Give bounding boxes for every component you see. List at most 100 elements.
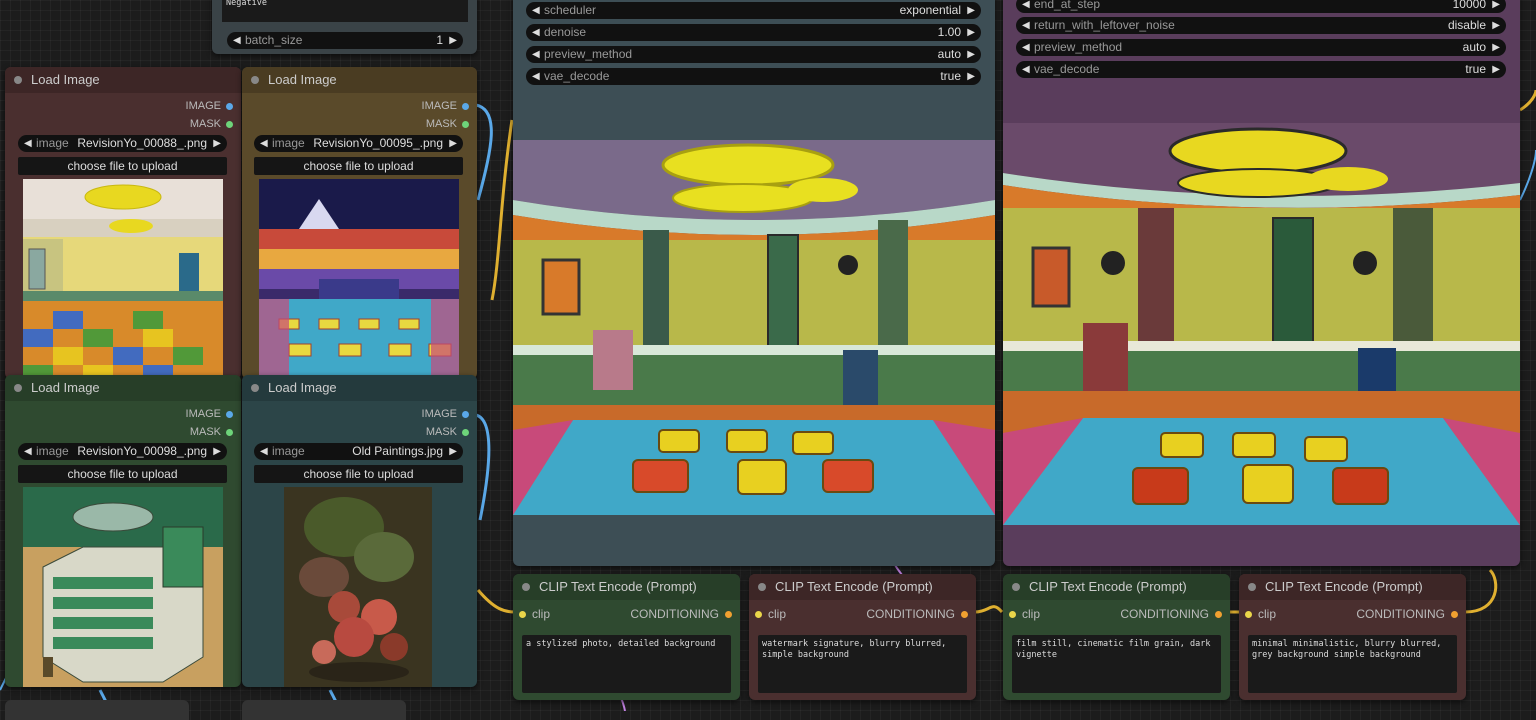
clip-input[interactable]: clip	[755, 607, 786, 621]
node-title[interactable]: Load Image	[5, 67, 241, 93]
image-output[interactable]: IMAGE	[186, 408, 233, 420]
clip-text-encode-node-3[interactable]: CLIP Text Encode (Prompt) clip CONDITION…	[1003, 574, 1230, 700]
increment-arrow-icon[interactable]: ▶	[967, 24, 975, 41]
output-pin[interactable]	[462, 428, 469, 436]
mask-output[interactable]: MASK	[426, 426, 469, 438]
input-pin[interactable]	[519, 611, 526, 619]
upload-button[interactable]: choose file to upload	[18, 157, 227, 175]
upload-button[interactable]: choose file to upload	[18, 465, 227, 483]
negative-textarea[interactable]: Negative	[222, 0, 468, 22]
node-title[interactable]: CLIP Text Encode (Prompt)	[1239, 574, 1466, 600]
increment-arrow-icon[interactable]: ▶	[1492, 0, 1500, 13]
mask-output[interactable]: MASK	[190, 426, 233, 438]
clip-input[interactable]: clip	[1245, 607, 1276, 621]
collapse-dot-icon[interactable]	[14, 76, 22, 84]
decrement-arrow-icon[interactable]: ◀	[532, 24, 540, 41]
output-pin[interactable]	[1451, 611, 1458, 619]
prev-arrow-icon[interactable]: ◀	[1022, 17, 1030, 34]
upload-button[interactable]: choose file to upload	[254, 157, 463, 175]
input-pin[interactable]	[755, 611, 762, 619]
collapse-dot-icon[interactable]	[251, 76, 259, 84]
image-select-widget[interactable]: ◀ image RevisionYo_00098_.png ▶	[18, 443, 227, 460]
output-pin[interactable]	[226, 102, 233, 110]
next-arrow-icon[interactable]: ▶	[967, 68, 975, 85]
node-title[interactable]: Load Image	[242, 67, 477, 93]
image-select-widget[interactable]: ◀ image Old Paintings.jpg ▶	[254, 443, 463, 460]
output-pin[interactable]	[462, 410, 469, 418]
output-pin[interactable]	[961, 611, 968, 619]
offscreen-node-header-2[interactable]	[242, 700, 406, 720]
next-arrow-icon[interactable]: ▶	[213, 443, 221, 460]
prev-arrow-icon[interactable]: ◀	[532, 68, 540, 85]
prev-arrow-icon[interactable]: ◀	[1022, 39, 1030, 56]
clip-text-encode-node-4[interactable]: CLIP Text Encode (Prompt) clip CONDITION…	[1239, 574, 1466, 700]
next-arrow-icon[interactable]: ▶	[967, 46, 975, 63]
clip-text-encode-node-1[interactable]: CLIP Text Encode (Prompt) clip CONDITION…	[513, 574, 740, 700]
node-title[interactable]: Load Image	[5, 375, 241, 401]
clip-text-encode-node-2[interactable]: CLIP Text Encode (Prompt) clip CONDITION…	[749, 574, 976, 700]
image-output[interactable]: IMAGE	[422, 100, 469, 112]
vae-decode-widget[interactable]: ◀ vae_decode true ▶	[526, 68, 981, 85]
output-pin[interactable]	[462, 102, 469, 110]
conditioning-output[interactable]: CONDITIONING	[866, 607, 968, 621]
increment-arrow-icon[interactable]: ▶	[449, 32, 457, 49]
prev-arrow-icon[interactable]: ◀	[260, 443, 268, 460]
sampler-node-1[interactable]: ◀ scheduler exponential ▶ ◀ denoise 1.00…	[513, 0, 995, 566]
offscreen-node-header-1[interactable]	[5, 700, 189, 720]
load-image-node-4[interactable]: Load Image IMAGE MASK ◀ image Old Painti…	[242, 375, 477, 687]
prompt-textarea[interactable]: watermark signature, blurry blurred, sim…	[758, 635, 967, 693]
mask-output[interactable]: MASK	[426, 118, 469, 130]
vae-decode-widget[interactable]: ◀ vae_decode true ▶	[1016, 61, 1506, 78]
collapse-dot-icon[interactable]	[1012, 583, 1020, 591]
input-pin[interactable]	[1009, 611, 1016, 619]
end-at-step-widget[interactable]: ◀ end_at_step 10000 ▶	[1016, 0, 1506, 13]
input-pin[interactable]	[1245, 611, 1252, 619]
conditioning-output[interactable]: CONDITIONING	[1120, 607, 1222, 621]
next-arrow-icon[interactable]: ▶	[1492, 61, 1500, 78]
next-arrow-icon[interactable]: ▶	[449, 135, 457, 152]
collapse-dot-icon[interactable]	[251, 384, 259, 392]
collapse-dot-icon[interactable]	[14, 384, 22, 392]
output-pin[interactable]	[226, 428, 233, 436]
collapse-dot-icon[interactable]	[522, 583, 530, 591]
node-title[interactable]: CLIP Text Encode (Prompt)	[749, 574, 976, 600]
output-pin[interactable]	[462, 120, 469, 128]
prev-arrow-icon[interactable]: ◀	[532, 2, 540, 19]
prompt-textarea[interactable]: a stylized photo, detailed background	[522, 635, 731, 693]
load-image-node-3[interactable]: Load Image IMAGE MASK ◀ image RevisionYo…	[5, 375, 241, 687]
output-pin[interactable]	[725, 611, 732, 619]
prev-arrow-icon[interactable]: ◀	[24, 443, 32, 460]
prompt-textarea[interactable]: film still, cinematic film grain, dark v…	[1012, 635, 1221, 693]
preview-method-widget[interactable]: ◀ preview_method auto ▶	[1016, 39, 1506, 56]
node-title[interactable]: CLIP Text Encode (Prompt)	[513, 574, 740, 600]
prev-arrow-icon[interactable]: ◀	[260, 135, 268, 152]
prev-arrow-icon[interactable]: ◀	[1022, 61, 1030, 78]
batch-size-widget[interactable]: ◀ batch_size 1 ▶	[227, 32, 463, 49]
image-select-widget[interactable]: ◀ image RevisionYo_00088_.png ▶	[18, 135, 227, 152]
clip-input[interactable]: clip	[1009, 607, 1040, 621]
conditioning-output[interactable]: CONDITIONING	[630, 607, 732, 621]
decrement-arrow-icon[interactable]: ◀	[233, 32, 241, 49]
return-leftover-noise-widget[interactable]: ◀ return_with_leftover_noise disable ▶	[1016, 17, 1506, 34]
collapse-dot-icon[interactable]	[758, 583, 766, 591]
sampler-node-2[interactable]: ◀ end_at_step 10000 ▶ ◀ return_with_left…	[1003, 0, 1520, 566]
load-image-node-2[interactable]: Load Image IMAGE MASK ◀ image RevisionYo…	[242, 67, 477, 379]
output-pin[interactable]	[1215, 611, 1222, 619]
image-output[interactable]: IMAGE	[186, 100, 233, 112]
load-image-node-1[interactable]: Load Image IMAGE MASK ◀ image RevisionYo…	[5, 67, 241, 379]
node-title[interactable]: Load Image	[242, 375, 477, 401]
prompt-textarea[interactable]: minimal minimalistic, blurry blurred, gr…	[1248, 635, 1457, 693]
conditioning-output[interactable]: CONDITIONING	[1356, 607, 1458, 621]
next-arrow-icon[interactable]: ▶	[213, 135, 221, 152]
decrement-arrow-icon[interactable]: ◀	[1022, 0, 1030, 13]
image-output[interactable]: IMAGE	[422, 408, 469, 420]
mask-output[interactable]: MASK	[190, 118, 233, 130]
node-title[interactable]: CLIP Text Encode (Prompt)	[1003, 574, 1230, 600]
preview-method-widget[interactable]: ◀ preview_method auto ▶	[526, 46, 981, 63]
collapse-dot-icon[interactable]	[1248, 583, 1256, 591]
next-arrow-icon[interactable]: ▶	[1492, 17, 1500, 34]
upload-button[interactable]: choose file to upload	[254, 465, 463, 483]
prev-arrow-icon[interactable]: ◀	[532, 46, 540, 63]
scheduler-widget[interactable]: ◀ scheduler exponential ▶	[526, 2, 981, 19]
image-select-widget[interactable]: ◀ image RevisionYo_00095_.png ▶	[254, 135, 463, 152]
